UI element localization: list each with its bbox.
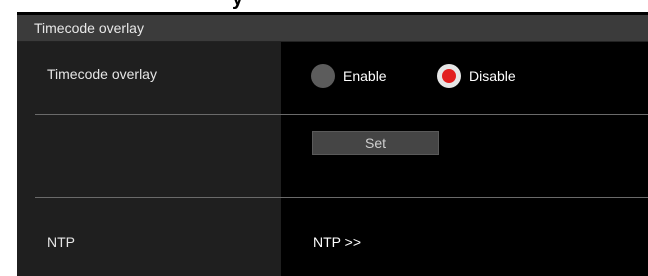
page-title-fragment: y (232, 0, 243, 11)
settings-frame: y Timecode overlay Timecode overlay Enab… (0, 0, 648, 276)
set-button[interactable]: Set (312, 131, 439, 155)
page-title-strip: y (0, 0, 648, 12)
radio-checked-icon[interactable] (437, 64, 461, 88)
timecode-overlay-label: Timecode overlay (47, 66, 157, 82)
divider (35, 197, 648, 198)
radio-unchecked-icon[interactable] (311, 64, 335, 88)
radio-enable-label[interactable]: Enable (343, 68, 387, 84)
ntp-link[interactable]: NTP >> (313, 234, 361, 250)
radio-disable[interactable]: Disable (437, 64, 516, 88)
section-header: Timecode overlay (17, 15, 648, 42)
section-title: Timecode overlay (34, 20, 144, 36)
ntp-label: NTP (47, 234, 75, 250)
radio-disable-label[interactable]: Disable (469, 68, 516, 84)
radio-enable[interactable]: Enable (311, 64, 387, 88)
divider (35, 114, 648, 115)
